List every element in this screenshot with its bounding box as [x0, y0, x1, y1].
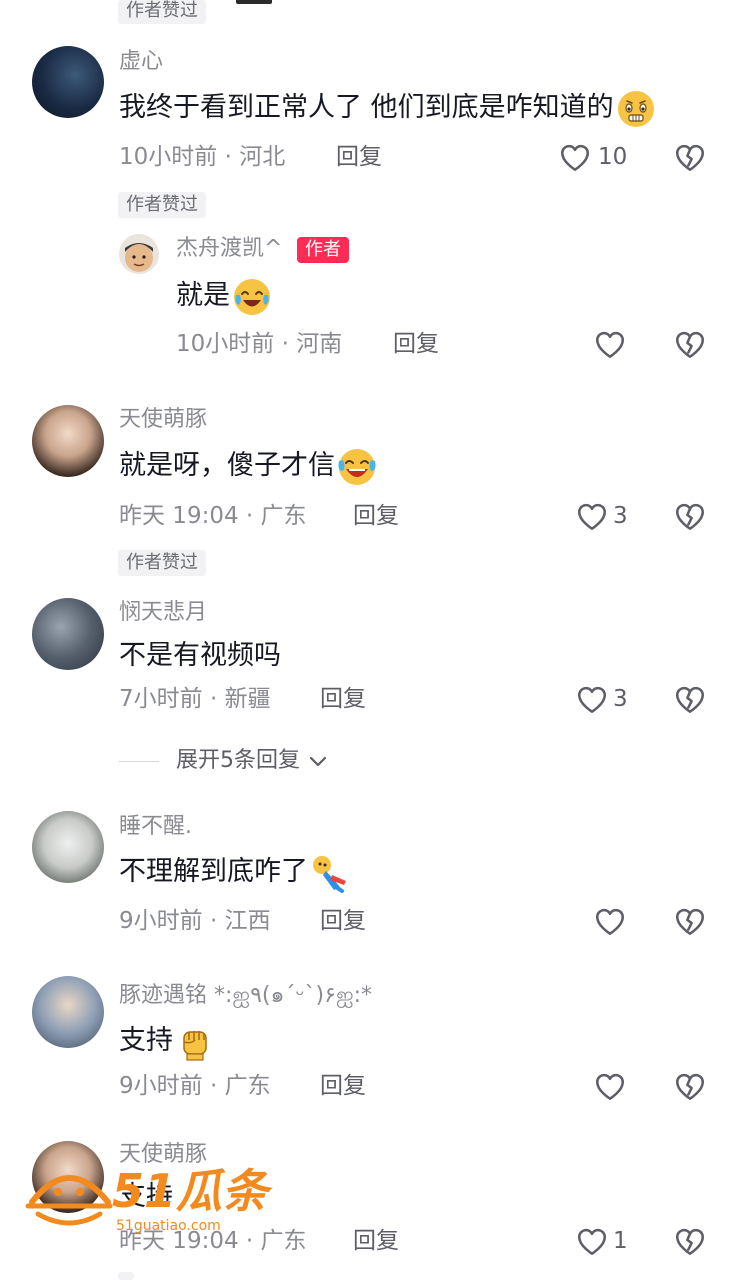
comment-text: 不理解到底咋了 [119, 852, 350, 893]
broken-heart-icon[interactable] [673, 1070, 707, 1104]
reply-button[interactable]: 回复 [320, 905, 366, 937]
comment-text: 不是有视频吗 [119, 640, 281, 671]
heart-outline-icon[interactable] [575, 1225, 609, 1259]
author-liked-tag: 作者赞过 [118, 192, 206, 218]
reply-text: 就是 [176, 276, 272, 317]
comment-author-name[interactable]: 睡不醒. [119, 812, 192, 842]
author-liked-tag-partial [118, 1272, 134, 1280]
avatar[interactable] [32, 46, 104, 118]
broken-heart-icon[interactable] [673, 1225, 707, 1259]
comment-text: 就是呀，傻子才信 [119, 446, 377, 487]
avatar[interactable] [32, 405, 104, 477]
broken-heart-icon[interactable] [673, 905, 707, 939]
comment-author-name[interactable]: 豚迹遇铭 *:ஐ٩(๑´ᵕ`)۶ஐ:* [119, 981, 372, 1011]
avatar[interactable] [32, 811, 104, 883]
lying-down-emoji-icon [313, 855, 346, 893]
reply-button[interactable]: 回复 [353, 1225, 399, 1257]
reply-button[interactable]: 回复 [393, 328, 439, 360]
broken-heart-icon[interactable] [673, 141, 707, 175]
comment-text: 我终于看到正常人了 他们到底是咋知道的 [119, 88, 656, 129]
reply-button[interactable]: 回复 [320, 1070, 366, 1102]
scroll-handle [236, 0, 272, 4]
avatar[interactable] [32, 976, 104, 1048]
comment-text: 支持 [119, 1181, 173, 1212]
chevron-down-icon [309, 756, 327, 767]
raised-fist-emoji-icon [183, 1030, 207, 1061]
crying-laughing-emoji-icon [234, 278, 270, 315]
author-liked-tag: 作者赞过 [118, 550, 206, 576]
divider [119, 761, 159, 762]
comment-meta: 9小时前 · 江西 [119, 908, 271, 934]
comment-author-name[interactable]: 天使萌豚 [119, 1140, 207, 1170]
expand-replies-button[interactable]: 展开5条回复 [176, 745, 329, 777]
broken-heart-icon[interactable] [673, 328, 707, 362]
heart-outline-icon[interactable] [575, 683, 609, 717]
reply-button[interactable]: 回复 [336, 141, 382, 173]
comment-meta: 10小时前 · 河北 [119, 144, 286, 170]
author-badge: 作者 [297, 237, 349, 263]
comment-meta: 7小时前 · 新疆 [119, 686, 271, 712]
reply-button[interactable]: 回复 [320, 683, 366, 715]
broken-heart-icon[interactable] [673, 500, 707, 534]
worried-face-emoji-icon [617, 90, 654, 127]
like-count: 3 [613, 686, 628, 712]
reply-author-name[interactable]: 杰舟渡凯^ [176, 234, 282, 264]
heart-outline-icon[interactable] [593, 905, 627, 939]
author-liked-tag: 作者赞过 [118, 0, 206, 24]
heart-outline-icon[interactable] [558, 141, 592, 175]
comment-text: 支持 [119, 1021, 215, 1062]
comment-meta: 9小时前 · 广东 [119, 1073, 271, 1099]
comment-author-name[interactable]: 天使萌豚 [119, 405, 207, 435]
like-count: 10 [598, 144, 628, 170]
reply-button[interactable]: 回复 [353, 500, 399, 532]
comment-meta: 昨天 19:04 · 广东 [119, 503, 307, 529]
comment-meta: 昨天 19:04 · 广东 [119, 1228, 307, 1254]
like-count: 1 [613, 1228, 628, 1254]
reply-meta: 10小时前 · 河南 [176, 331, 343, 357]
heart-outline-icon[interactable] [575, 500, 609, 534]
like-count: 3 [613, 503, 628, 529]
avatar[interactable] [32, 1141, 104, 1213]
avatar[interactable] [119, 234, 159, 274]
comment-author-name[interactable]: 悯天悲月 [119, 598, 207, 628]
avatar[interactable] [32, 598, 104, 670]
heart-outline-icon[interactable] [593, 1070, 627, 1104]
comment-author-name[interactable]: 虚心 [119, 47, 163, 77]
broken-heart-icon[interactable] [673, 683, 707, 717]
heart-outline-icon[interactable] [593, 328, 627, 362]
laughing-tears-emoji-icon [338, 448, 376, 485]
